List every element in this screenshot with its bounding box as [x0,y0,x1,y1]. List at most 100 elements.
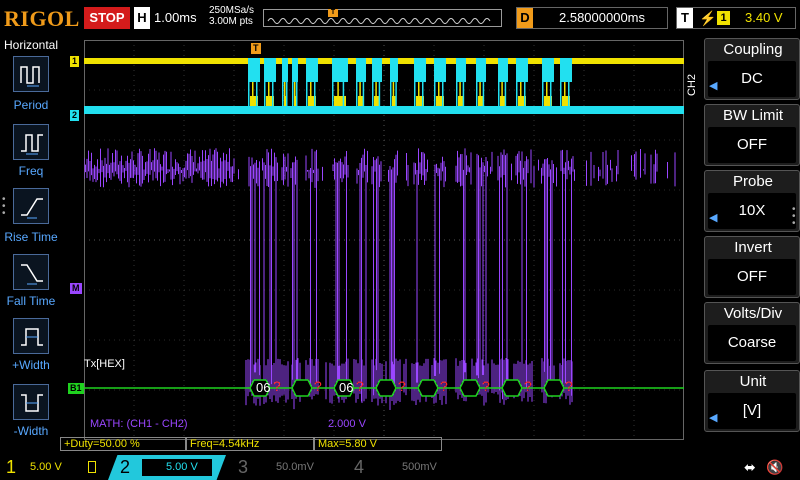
ch3-tab[interactable]: 3 50.0mV [232,455,344,480]
math-scale: 2.000 V [328,418,366,430]
delay-display[interactable]: D 2.58000000ms [516,7,668,29]
coupling-title: Coupling [723,41,783,58]
fall-time-icon [21,264,43,285]
neg-width-icon [21,394,43,412]
bw-limit-title: BW Limit [723,107,783,124]
decode-error: ? [273,378,281,394]
math-trace [84,148,676,410]
ch1-scale: 5.00 V [30,461,62,473]
period-button[interactable] [13,56,49,92]
invert-value: OFF [708,259,796,295]
sample-info: 250MSa/s 3.00M pts [209,5,254,27]
period-icon [20,66,40,87]
neg-width-button[interactable] [13,384,49,420]
memory-overview-strip[interactable]: T [263,9,502,27]
coupling-value: DC [708,61,796,97]
bw-limit-menu-item[interactable]: BW Limit OFF [704,104,800,166]
horizontal-timebase[interactable]: H 1.00ms [134,7,206,29]
scroll-dots-right: • • • [792,204,796,229]
ch1-tab[interactable]: 1 5.00 V [0,455,108,480]
decode-error: ? [314,378,322,394]
probe-title: Probe [732,173,774,190]
ch2-offset-marker[interactable]: 2 [70,110,80,121]
decode-error: ? [356,378,364,394]
ch1-offset-marker[interactable]: 1 [70,56,80,67]
decode-value: 06 [339,380,354,395]
fall-time-label: Fall Time [6,294,56,308]
pos-width-button[interactable] [13,318,49,354]
bw-limit-value: OFF [708,127,796,163]
pos-width-label: +Width [12,358,50,372]
channel-menu: Coupling DC ◀ BW Limit OFF Probe 10X ◀ I… [704,36,800,455]
freq-button[interactable] [13,124,49,160]
probe-value: 10X [708,193,796,229]
usb-icon: ⬌ [744,459,756,475]
coupling-menu-item[interactable]: Coupling DC ◀ [704,38,800,100]
trigger-letter: T [677,8,693,28]
scroll-dots-left: • • • [2,194,6,219]
rising-edge-icon: ⚡ [699,10,717,26]
measurement-freq[interactable]: Freq=4.54kHz [186,437,314,451]
ch2-scale: 5.00 V [166,461,198,473]
rise-time-button[interactable] [13,188,49,224]
bus-marker[interactable]: B1 [68,383,84,394]
memory-trigger-marker: T [328,9,338,17]
waveform-canvas [84,40,684,440]
menu-arrow-icon: ◀ [709,212,718,224]
measurement-duty[interactable]: +Duty=50.00 % [60,437,186,451]
ch2-menu-tag: CH2 [686,73,698,96]
ch4-tab[interactable]: 4 500mV [348,455,460,480]
left-menu-title: Horizontal [3,38,59,52]
math-offset-marker[interactable]: M [70,283,82,294]
menu-arrow-icon: ◀ [709,80,718,92]
trigger-source: 1 [717,11,730,25]
channel-status-bar: 1 5.00 V 2 5.00 V 3 50.0mV 4 500mV ⬌ 🔇 [0,455,800,480]
bus-decode-trace [84,379,684,397]
horizontal-letter: H [134,7,150,29]
measurement-max[interactable]: Max=5.80 V [314,437,442,451]
rise-time-label: Rise Time [4,230,58,244]
ch2-tab[interactable]: 2 5.00 V [108,455,226,480]
unit-menu-item[interactable]: Unit [V] ◀ [704,370,800,432]
invert-title: Invert [734,239,772,256]
freq-label: Freq [18,164,44,178]
ch4-number: 4 [354,457,365,477]
trigger-display[interactable]: T ⚡ 1 3.40 V [676,7,796,29]
invert-menu-item[interactable]: Invert OFF [704,236,800,298]
fall-time-button[interactable] [13,254,49,290]
probe-menu-item[interactable]: Probe 10X ◀ [704,170,800,232]
sample-rate: 250MSa/s [209,5,255,16]
freq-icon [21,134,43,155]
menu-arrow-icon: ◀ [709,412,718,424]
timebase-value: 1.00ms [154,10,197,25]
run-stop-indicator[interactable]: STOP [84,7,130,29]
decode-value: 06 [256,380,271,395]
top-status-bar: RIGOL STOP H 1.00ms 250MSa/s 3.00M pts T… [0,0,800,36]
bus-label: Tx[HEX] [84,358,125,370]
waveform-display[interactable] [84,40,684,440]
math-label: MATH: (CH1 - CH2) [90,418,188,430]
pos-width-icon [21,328,43,346]
unit-title: Unit [739,373,767,390]
trigger-position-marker[interactable]: T [251,43,261,54]
decode-error: ? [524,378,532,394]
neg-width-label: -Width [13,424,49,438]
ch3-scale: 50.0mV [276,461,314,473]
speaker-muted-icon[interactable]: 🔇 [766,459,783,476]
period-label: Period [13,98,49,112]
ch1-number: 1 [6,457,17,477]
decode-error: ? [398,378,406,394]
volts-div-menu-item[interactable]: Volts/Div Coarse [704,302,800,364]
decode-error: ? [482,378,490,394]
brand-logo: RIGOL [4,6,80,31]
ch1-bw-icon [88,461,96,473]
decode-error: ? [565,378,573,394]
delay-letter: D [517,8,533,28]
left-measure-menu: Horizontal Period Freq Rise Time Fall Ti… [0,36,62,454]
trigger-level: 3.40 V [745,10,783,25]
measurement-bar: +Duty=50.00 % Freq=4.54kHz Max=5.80 V [60,437,690,451]
volts-div-value: Coarse [708,325,796,361]
memory-depth: 3.00M pts [209,16,253,27]
ch3-number: 3 [238,457,249,477]
decode-error: ? [440,378,448,394]
